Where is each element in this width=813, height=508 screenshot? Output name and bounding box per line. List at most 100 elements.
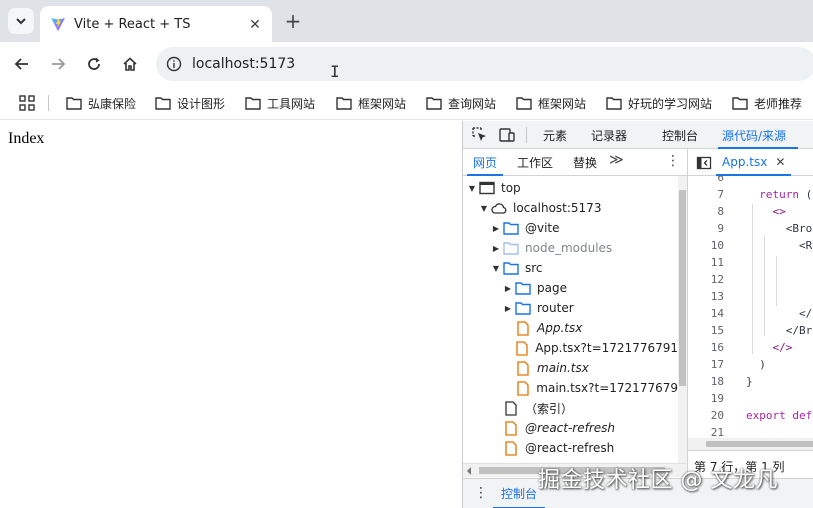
tab-page[interactable]: 网页 [473, 154, 497, 171]
forward-button[interactable] [46, 52, 70, 76]
line-number[interactable]: 17 [688, 358, 724, 371]
code-editor[interactable]: 67 return (8 <> 9 <Bro 10 <R 11 12 13 14 </15 … [688, 176, 813, 438]
tree-item[interactable]: ▶ @vite [463, 218, 678, 238]
tab-recorder[interactable]: 记录器 [591, 127, 627, 144]
tab-elements[interactable]: 元素 [543, 127, 567, 144]
navigator-menu-icon[interactable]: ⋮ [666, 153, 680, 169]
collapsed-arrow-icon[interactable]: ▶ [503, 304, 513, 313]
tree-vertical-scrollbar[interactable] [678, 176, 687, 463]
close-file-icon[interactable]: ✕ [775, 155, 785, 169]
tree-item[interactable]: App.tsx?t=1721776791 [463, 338, 678, 358]
code-text: <Bro [746, 222, 813, 235]
bookmarks-divider [48, 95, 49, 111]
bookmark-item[interactable]: 弘康保险 [66, 93, 136, 113]
tree-item[interactable]: ▼ src [463, 258, 678, 278]
toggle-navigator-icon[interactable] [696, 155, 712, 171]
inspect-element-icon[interactable] [471, 126, 489, 144]
bookmark-item[interactable]: 查询网站 [426, 93, 496, 113]
home-button[interactable] [118, 52, 142, 76]
code-line: 12 [688, 271, 813, 288]
tree-item-label: @vite [525, 221, 560, 235]
folder-icon [515, 281, 531, 295]
editor-tab-bar: App.tsx ✕ [688, 149, 813, 176]
scroll-left-icon[interactable] [466, 467, 472, 475]
tree-item[interactable]: main.tsx?t=172177679 [463, 378, 678, 398]
line-number[interactable]: 10 [688, 239, 724, 252]
code-line: 6 [688, 176, 813, 186]
bookmark-item[interactable]: 框架网站 [516, 93, 586, 113]
bookmark-label: 工具网站 [267, 96, 316, 111]
site-info-button[interactable] [164, 54, 184, 74]
expanded-arrow-icon[interactable]: ▼ [491, 264, 501, 273]
back-button[interactable] [10, 52, 34, 76]
bookmark-item[interactable]: 设计图形 [155, 93, 225, 113]
tree-item[interactable]: main.tsx [463, 358, 678, 378]
tab-search-button[interactable] [8, 8, 34, 34]
bookmark-item[interactable]: 老师推荐 [732, 93, 802, 113]
file-tree: ▼ top ▼ localhost:5173 ▶ @vite ▶ node_modules ▼ s… [463, 176, 678, 463]
tab-sources[interactable]: 源代码/来源 [722, 127, 786, 144]
tree-item-label: main.tsx?t=172177679 [536, 381, 678, 395]
more-tabs-icon[interactable]: ≫ [609, 152, 624, 168]
tree-item[interactable]: App.tsx [463, 318, 678, 338]
home-icon [123, 57, 137, 71]
line-number[interactable]: 9 [688, 222, 724, 235]
code-line: 9 <Bro [688, 220, 813, 237]
line-number[interactable]: 11 [688, 256, 724, 269]
expanded-arrow-icon[interactable]: ▼ [467, 184, 477, 193]
reload-icon [88, 57, 100, 70]
line-number[interactable]: 20 [688, 409, 724, 422]
reload-button[interactable] [82, 52, 106, 76]
tree-item[interactable]: ▶ router [463, 298, 678, 318]
line-number[interactable]: 16 [688, 341, 724, 354]
folder-icon [503, 261, 519, 275]
line-number[interactable]: 13 [688, 290, 724, 303]
line-number[interactable]: 19 [688, 392, 724, 405]
folder-icon [732, 97, 748, 110]
line-number[interactable]: 18 [688, 375, 724, 388]
bookmark-label: 老师推荐 [754, 96, 803, 111]
address-bar[interactable]: localhost:5173 [156, 47, 813, 81]
line-number[interactable]: 14 [688, 307, 724, 320]
collapsed-arrow-icon[interactable]: ▶ [503, 284, 513, 293]
scroll-thumb[interactable] [706, 441, 813, 447]
tab-overrides[interactable]: 替换 [573, 154, 597, 171]
editor-horizontal-scrollbar[interactable] [688, 438, 813, 450]
line-number[interactable]: 7 [688, 188, 724, 201]
bookmark-item[interactable]: 框架网站 [336, 93, 406, 113]
line-number[interactable]: 21 [688, 426, 724, 438]
expanded-arrow-icon[interactable]: ▼ [479, 204, 489, 213]
tree-item[interactable]: ▼ localhost:5173 [463, 198, 678, 218]
indent-guide [752, 204, 753, 354]
bookmark-item[interactable]: 好玩的学习网站 [606, 93, 712, 113]
code-line: 15 </Br [688, 322, 813, 339]
code-text: </Br [746, 324, 813, 337]
tree-item[interactable]: （索引） [463, 398, 678, 418]
tree-item[interactable]: @react-refresh [463, 438, 678, 458]
new-tab-button[interactable]: + [281, 9, 305, 33]
tree-item[interactable]: ▶ node_modules [463, 238, 678, 258]
line-number[interactable]: 12 [688, 273, 724, 286]
collapsed-arrow-icon[interactable]: ▶ [491, 224, 501, 233]
scroll-thumb[interactable] [679, 190, 686, 386]
tab-console[interactable]: 控制台 [662, 127, 698, 144]
device-toolbar-icon[interactable] [498, 126, 516, 144]
apps-grid-icon[interactable] [18, 94, 36, 112]
browser-tab[interactable]: Vite + React + TS ✕ [40, 6, 272, 42]
tree-item[interactable]: ▶ page [463, 278, 678, 298]
editor-file-tab[interactable]: App.tsx ✕ [716, 149, 792, 176]
code-line: 17 ) [688, 356, 813, 373]
page-index-text: Index [8, 130, 45, 147]
drawer-menu-icon[interactable]: ⋮ [474, 485, 488, 501]
line-number[interactable]: 15 [688, 324, 724, 337]
collapsed-arrow-icon[interactable]: ▶ [491, 244, 501, 253]
bookmark-item[interactable]: 工具网站 [245, 93, 315, 113]
tab-workspace[interactable]: 工作区 [517, 154, 553, 171]
code-line: 10 <R [688, 237, 813, 254]
tab-close-icon[interactable]: ✕ [246, 15, 264, 33]
line-number[interactable]: 8 [688, 205, 724, 218]
url-text: localhost:5173 [192, 56, 296, 72]
tree-item[interactable]: ▼ top [463, 178, 678, 198]
line-number[interactable]: 6 [688, 176, 724, 184]
tree-item[interactable]: @react-refresh [463, 418, 678, 438]
